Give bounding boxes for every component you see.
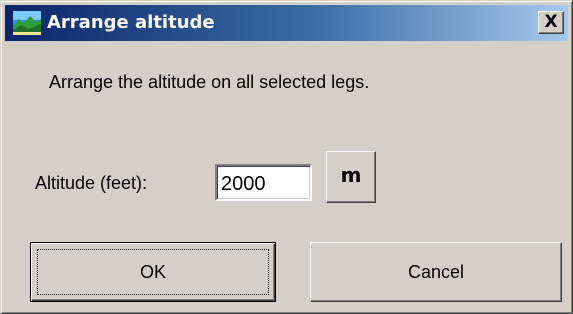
title-bar[interactable]: Arrange altitude X (5, 5, 568, 41)
window-title: Arrange altitude (47, 12, 215, 33)
arrange-altitude-dialog: Arrange altitude X Arrange the altitude … (0, 0, 573, 314)
ok-button-label: OK (37, 249, 269, 295)
close-button[interactable]: X (538, 11, 564, 34)
instruction-text: Arrange the altitude on all selected leg… (49, 72, 370, 92)
unit-toggle-button[interactable]: m (326, 151, 376, 203)
altitude-label: Altitude (feet): (35, 173, 148, 193)
altitude-input[interactable] (215, 164, 312, 201)
ok-button[interactable]: OK (30, 242, 276, 302)
cancel-button[interactable]: Cancel (310, 242, 562, 302)
landscape-icon (13, 11, 41, 35)
